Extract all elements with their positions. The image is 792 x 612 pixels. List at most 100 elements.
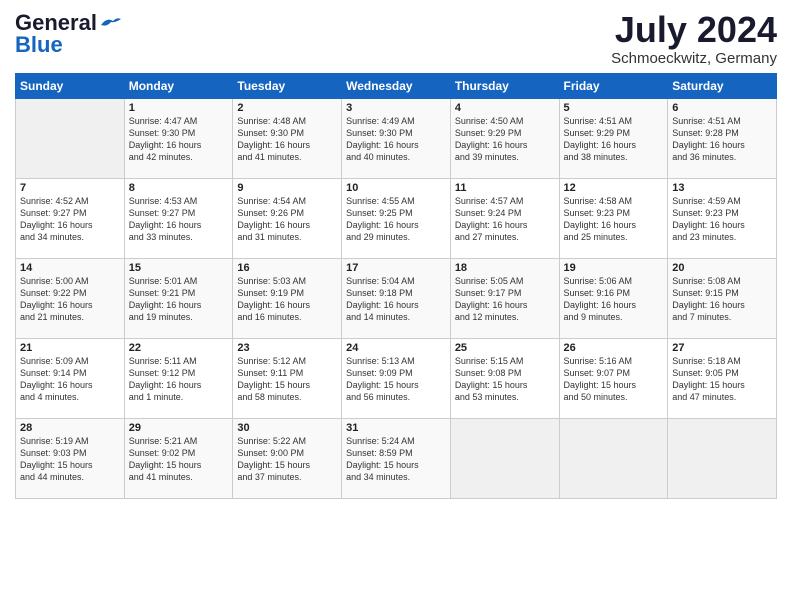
calendar-week-row: 14Sunrise: 5:00 AM Sunset: 9:22 PM Dayli… — [16, 258, 777, 338]
table-row: 28Sunrise: 5:19 AM Sunset: 9:03 PM Dayli… — [16, 418, 125, 498]
logo-blue: Blue — [15, 32, 63, 58]
table-row: 15Sunrise: 5:01 AM Sunset: 9:21 PM Dayli… — [124, 258, 233, 338]
table-row: 7Sunrise: 4:52 AM Sunset: 9:27 PM Daylig… — [16, 178, 125, 258]
day-number: 10 — [346, 182, 446, 194]
day-number: 11 — [455, 182, 555, 194]
day-number: 25 — [455, 342, 555, 354]
day-number: 6 — [672, 102, 772, 114]
day-number: 22 — [129, 342, 229, 354]
table-row: 18Sunrise: 5:05 AM Sunset: 9:17 PM Dayli… — [450, 258, 559, 338]
calendar-week-row: 21Sunrise: 5:09 AM Sunset: 9:14 PM Dayli… — [16, 338, 777, 418]
header-wednesday: Wednesday — [342, 73, 451, 98]
day-info: Sunrise: 5:09 AM Sunset: 9:14 PM Dayligh… — [20, 355, 120, 404]
day-info: Sunrise: 4:49 AM Sunset: 9:30 PM Dayligh… — [346, 115, 446, 164]
calendar-table: Sunday Monday Tuesday Wednesday Thursday… — [15, 73, 777, 499]
table-row: 27Sunrise: 5:18 AM Sunset: 9:05 PM Dayli… — [668, 338, 777, 418]
day-number: 5 — [564, 102, 664, 114]
day-number: 26 — [564, 342, 664, 354]
day-info: Sunrise: 5:05 AM Sunset: 9:17 PM Dayligh… — [455, 275, 555, 324]
day-info: Sunrise: 4:54 AM Sunset: 9:26 PM Dayligh… — [237, 195, 337, 244]
table-row: 17Sunrise: 5:04 AM Sunset: 9:18 PM Dayli… — [342, 258, 451, 338]
header-thursday: Thursday — [450, 73, 559, 98]
day-info: Sunrise: 4:51 AM Sunset: 9:29 PM Dayligh… — [564, 115, 664, 164]
day-info: Sunrise: 4:48 AM Sunset: 9:30 PM Dayligh… — [237, 115, 337, 164]
table-row: 5Sunrise: 4:51 AM Sunset: 9:29 PM Daylig… — [559, 98, 668, 178]
day-number: 23 — [237, 342, 337, 354]
table-row: 26Sunrise: 5:16 AM Sunset: 9:07 PM Dayli… — [559, 338, 668, 418]
day-info: Sunrise: 5:12 AM Sunset: 9:11 PM Dayligh… — [237, 355, 337, 404]
table-row — [16, 98, 125, 178]
table-row: 10Sunrise: 4:55 AM Sunset: 9:25 PM Dayli… — [342, 178, 451, 258]
table-row: 30Sunrise: 5:22 AM Sunset: 9:00 PM Dayli… — [233, 418, 342, 498]
calendar-week-row: 1Sunrise: 4:47 AM Sunset: 9:30 PM Daylig… — [16, 98, 777, 178]
location-subtitle: Schmoeckwitz, Germany — [611, 50, 777, 67]
table-row: 21Sunrise: 5:09 AM Sunset: 9:14 PM Dayli… — [16, 338, 125, 418]
day-info: Sunrise: 4:51 AM Sunset: 9:28 PM Dayligh… — [672, 115, 772, 164]
header-tuesday: Tuesday — [233, 73, 342, 98]
table-row: 29Sunrise: 5:21 AM Sunset: 9:02 PM Dayli… — [124, 418, 233, 498]
table-row — [668, 418, 777, 498]
table-row: 22Sunrise: 5:11 AM Sunset: 9:12 PM Dayli… — [124, 338, 233, 418]
table-row: 19Sunrise: 5:06 AM Sunset: 9:16 PM Dayli… — [559, 258, 668, 338]
table-row: 25Sunrise: 5:15 AM Sunset: 9:08 PM Dayli… — [450, 338, 559, 418]
table-row: 2Sunrise: 4:48 AM Sunset: 9:30 PM Daylig… — [233, 98, 342, 178]
table-row: 6Sunrise: 4:51 AM Sunset: 9:28 PM Daylig… — [668, 98, 777, 178]
day-number: 3 — [346, 102, 446, 114]
day-info: Sunrise: 4:53 AM Sunset: 9:27 PM Dayligh… — [129, 195, 229, 244]
day-number: 17 — [346, 262, 446, 274]
day-number: 4 — [455, 102, 555, 114]
day-info: Sunrise: 5:19 AM Sunset: 9:03 PM Dayligh… — [20, 435, 120, 484]
table-row: 16Sunrise: 5:03 AM Sunset: 9:19 PM Dayli… — [233, 258, 342, 338]
header-friday: Friday — [559, 73, 668, 98]
calendar-week-row: 7Sunrise: 4:52 AM Sunset: 9:27 PM Daylig… — [16, 178, 777, 258]
logo-bird-icon — [99, 15, 121, 31]
day-number: 15 — [129, 262, 229, 274]
day-info: Sunrise: 5:21 AM Sunset: 9:02 PM Dayligh… — [129, 435, 229, 484]
table-row: 24Sunrise: 5:13 AM Sunset: 9:09 PM Dayli… — [342, 338, 451, 418]
day-info: Sunrise: 5:22 AM Sunset: 9:00 PM Dayligh… — [237, 435, 337, 484]
day-info: Sunrise: 5:24 AM Sunset: 8:59 PM Dayligh… — [346, 435, 446, 484]
day-number: 29 — [129, 422, 229, 434]
logo: General Blue — [15, 10, 121, 58]
table-row: 8Sunrise: 4:53 AM Sunset: 9:27 PM Daylig… — [124, 178, 233, 258]
day-info: Sunrise: 5:13 AM Sunset: 9:09 PM Dayligh… — [346, 355, 446, 404]
calendar-header-row: Sunday Monday Tuesday Wednesday Thursday… — [16, 73, 777, 98]
day-number: 12 — [564, 182, 664, 194]
table-row: 1Sunrise: 4:47 AM Sunset: 9:30 PM Daylig… — [124, 98, 233, 178]
day-info: Sunrise: 5:16 AM Sunset: 9:07 PM Dayligh… — [564, 355, 664, 404]
day-info: Sunrise: 5:00 AM Sunset: 9:22 PM Dayligh… — [20, 275, 120, 324]
day-number: 27 — [672, 342, 772, 354]
table-row: 23Sunrise: 5:12 AM Sunset: 9:11 PM Dayli… — [233, 338, 342, 418]
day-number: 16 — [237, 262, 337, 274]
table-row — [450, 418, 559, 498]
table-row: 9Sunrise: 4:54 AM Sunset: 9:26 PM Daylig… — [233, 178, 342, 258]
table-row: 31Sunrise: 5:24 AM Sunset: 8:59 PM Dayli… — [342, 418, 451, 498]
day-info: Sunrise: 4:59 AM Sunset: 9:23 PM Dayligh… — [672, 195, 772, 244]
day-number: 24 — [346, 342, 446, 354]
day-info: Sunrise: 5:15 AM Sunset: 9:08 PM Dayligh… — [455, 355, 555, 404]
table-row: 4Sunrise: 4:50 AM Sunset: 9:29 PM Daylig… — [450, 98, 559, 178]
table-row: 11Sunrise: 4:57 AM Sunset: 9:24 PM Dayli… — [450, 178, 559, 258]
month-title: July 2024 — [611, 10, 777, 50]
header-sunday: Sunday — [16, 73, 125, 98]
table-row: 12Sunrise: 4:58 AM Sunset: 9:23 PM Dayli… — [559, 178, 668, 258]
table-row: 20Sunrise: 5:08 AM Sunset: 9:15 PM Dayli… — [668, 258, 777, 338]
header-monday: Monday — [124, 73, 233, 98]
day-info: Sunrise: 4:52 AM Sunset: 9:27 PM Dayligh… — [20, 195, 120, 244]
day-number: 31 — [346, 422, 446, 434]
table-row: 3Sunrise: 4:49 AM Sunset: 9:30 PM Daylig… — [342, 98, 451, 178]
day-info: Sunrise: 5:04 AM Sunset: 9:18 PM Dayligh… — [346, 275, 446, 324]
calendar-week-row: 28Sunrise: 5:19 AM Sunset: 9:03 PM Dayli… — [16, 418, 777, 498]
day-info: Sunrise: 5:01 AM Sunset: 9:21 PM Dayligh… — [129, 275, 229, 324]
day-info: Sunrise: 5:11 AM Sunset: 9:12 PM Dayligh… — [129, 355, 229, 404]
day-info: Sunrise: 4:58 AM Sunset: 9:23 PM Dayligh… — [564, 195, 664, 244]
day-number: 7 — [20, 182, 120, 194]
day-number: 30 — [237, 422, 337, 434]
day-number: 14 — [20, 262, 120, 274]
day-info: Sunrise: 4:47 AM Sunset: 9:30 PM Dayligh… — [129, 115, 229, 164]
day-number: 19 — [564, 262, 664, 274]
day-number: 18 — [455, 262, 555, 274]
day-info: Sunrise: 4:57 AM Sunset: 9:24 PM Dayligh… — [455, 195, 555, 244]
day-info: Sunrise: 5:18 AM Sunset: 9:05 PM Dayligh… — [672, 355, 772, 404]
day-number: 2 — [237, 102, 337, 114]
